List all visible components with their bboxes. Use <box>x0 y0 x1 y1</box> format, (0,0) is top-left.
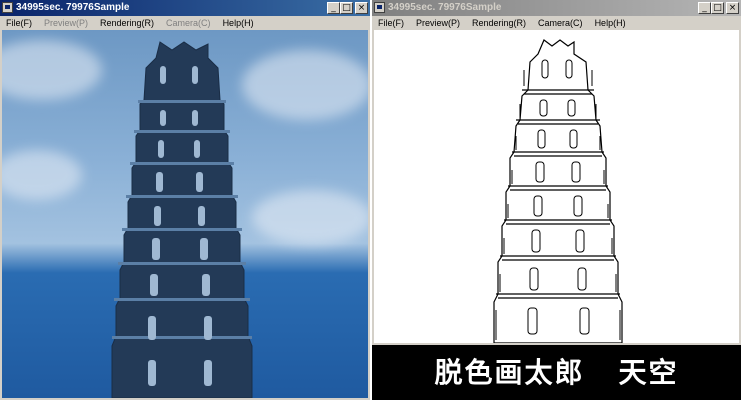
app-icon[interactable] <box>2 2 13 13</box>
minimize-button[interactable]: _ <box>327 2 340 14</box>
caption-filter-name: 天空 <box>618 356 679 389</box>
menu-help[interactable]: Help(H) <box>589 16 632 30</box>
caption-app-name: 脱色画太郎 <box>434 356 585 389</box>
edge-window-titlebar[interactable]: 34995sec. 79976Sample _ □ × <box>372 0 741 16</box>
menu-preview[interactable]: Preview(P) <box>38 16 94 30</box>
app-icon[interactable] <box>374 2 385 13</box>
render-window: 34995sec. 79976Sample _ □ × File(F) Prev… <box>0 0 370 400</box>
edge-viewport[interactable] <box>374 30 739 343</box>
maximize-button[interactable]: □ <box>340 2 353 14</box>
caption-banner: 脱色画太郎 天空 <box>372 345 741 400</box>
maximize-button[interactable]: □ <box>711 2 724 14</box>
edge-pagoda-image <box>493 39 623 343</box>
menu-file[interactable]: File(F) <box>0 16 38 30</box>
edge-window-menubar: File(F) Preview(P) Rendering(R) Camera(C… <box>372 16 741 30</box>
render-window-titlebar[interactable]: 34995sec. 79976Sample _ □ × <box>0 0 370 16</box>
menu-camera[interactable]: Camera(C) <box>160 16 217 30</box>
edge-window: 34995sec. 79976Sample _ □ × File(F) Prev… <box>372 0 741 345</box>
menu-preview[interactable]: Preview(P) <box>410 16 466 30</box>
menu-rendering[interactable]: Rendering(R) <box>94 16 160 30</box>
menu-file[interactable]: File(F) <box>372 16 410 30</box>
rendered-pagoda-image <box>111 41 253 398</box>
close-button[interactable]: × <box>355 2 368 14</box>
close-button[interactable]: × <box>726 2 739 14</box>
menu-rendering[interactable]: Rendering(R) <box>466 16 532 30</box>
render-viewport[interactable] <box>2 30 368 398</box>
minimize-button[interactable]: _ <box>698 2 711 14</box>
menu-camera[interactable]: Camera(C) <box>532 16 589 30</box>
render-window-title: 34995sec. 79976Sample <box>16 2 130 13</box>
render-window-menubar: File(F) Preview(P) Rendering(R) Camera(C… <box>0 16 370 30</box>
menu-help[interactable]: Help(H) <box>217 16 260 30</box>
edge-window-title: 34995sec. 79976Sample <box>388 2 502 13</box>
